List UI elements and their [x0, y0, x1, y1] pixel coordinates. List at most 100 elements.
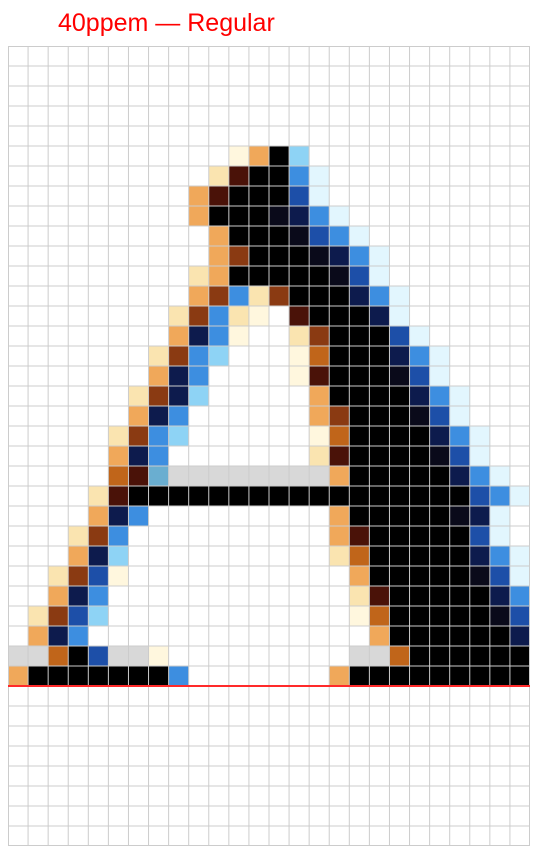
glyph-pixel: [369, 526, 390, 547]
glyph-pixel: [489, 586, 511, 607]
glyph-pixel: [168, 366, 189, 387]
glyph-pixel: [248, 246, 270, 267]
glyph-pixel: [369, 646, 390, 667]
glyph-pixel: [429, 466, 450, 487]
glyph-pixel: [469, 526, 491, 547]
glyph-pixel: [349, 426, 370, 447]
pixel-grid-view: [8, 46, 530, 846]
glyph-pixel: [188, 266, 210, 287]
glyph-pixel: [208, 206, 230, 227]
glyph-pixel: [248, 146, 270, 167]
glyph-pixel: [108, 506, 129, 527]
glyph-pixel: [208, 326, 230, 347]
glyph-pixel: [489, 526, 511, 547]
glyph-pixel: [128, 446, 149, 467]
glyph-pixel: [369, 546, 390, 567]
glyph-pixel: [228, 306, 250, 327]
glyph-pixel: [509, 666, 530, 687]
glyph-pixel: [28, 666, 49, 687]
glyph-pixel: [409, 466, 430, 487]
glyph-pixel: [289, 166, 310, 187]
glyph-pixel: [509, 626, 530, 647]
glyph-pixel: [28, 646, 49, 667]
glyph-pixel: [168, 486, 189, 507]
glyph-pixel: [228, 266, 250, 287]
glyph-pixel: [449, 426, 471, 447]
glyph-pixel: [188, 486, 210, 507]
glyph-pixel: [68, 606, 89, 627]
glyph-pixel: [429, 606, 450, 627]
glyph-pixel: [349, 566, 370, 587]
glyph-pixel: [168, 426, 189, 447]
glyph-pixel: [8, 666, 29, 687]
glyph-pixel: [449, 446, 471, 467]
glyph-pixel: [48, 606, 69, 627]
glyph-pixel: [329, 426, 350, 447]
glyph-pixel: [148, 486, 169, 507]
glyph-pixel: [28, 606, 49, 627]
glyph-pixel: [108, 486, 129, 507]
glyph-pixel: [389, 586, 410, 607]
glyph-pixel: [289, 346, 310, 367]
grid-lines: [8, 46, 530, 846]
glyph-pixel: [369, 366, 390, 387]
glyph-pixel: [68, 666, 89, 687]
glyph-pixel: [128, 666, 149, 687]
glyph-pixel: [228, 186, 250, 207]
glyph-pixel: [429, 386, 450, 407]
glyph-pixel: [429, 626, 450, 647]
glyph-pixel: [489, 486, 511, 507]
glyph-pixel: [309, 446, 330, 467]
glyph-pixel: [389, 666, 410, 687]
glyph-pixel: [188, 306, 210, 327]
glyph-pixel: [329, 506, 350, 527]
glyph-pixel: [329, 526, 350, 547]
glyph-pixel: [329, 206, 350, 227]
glyph-pixel: [349, 466, 370, 487]
glyph-pixel: [349, 586, 370, 607]
glyph-pixel: [329, 306, 350, 327]
glyph-pixel: [349, 406, 370, 427]
glyph-pixel: [409, 546, 430, 567]
glyph-pixel: [148, 386, 169, 407]
glyph-pixel: [88, 666, 109, 687]
glyph-pixel: [509, 486, 530, 507]
glyph-pixel: [449, 506, 471, 527]
glyph-pixel: [369, 266, 390, 287]
glyph-pixel: [389, 326, 410, 347]
glyph-pixel: [289, 366, 310, 387]
glyph-pixel: [228, 226, 250, 247]
glyph-pixel: [349, 266, 370, 287]
glyph-pixel: [429, 506, 450, 527]
glyph-pixel: [289, 186, 310, 207]
glyph-pixel: [248, 166, 270, 187]
glyph-pixel: [369, 506, 390, 527]
glyph-pixel: [269, 166, 290, 187]
glyph-pixel: [449, 666, 471, 687]
glyph-pixel: [389, 406, 410, 427]
glyph-pixel: [248, 486, 270, 507]
glyph-pixel: [369, 566, 390, 587]
glyph-pixel: [369, 626, 390, 647]
glyph-pixel: [489, 666, 511, 687]
glyph-pixel: [48, 646, 69, 667]
glyph-pixel: [168, 466, 189, 487]
glyph-pixel: [349, 346, 370, 367]
glyph-pixel: [389, 486, 410, 507]
glyph-pixel: [309, 206, 330, 227]
glyph-pixel: [389, 306, 410, 327]
glyph-pixel: [28, 626, 49, 647]
glyph-pixel: [208, 226, 230, 247]
glyph-pixel: [168, 306, 189, 327]
glyph-pixel: [369, 606, 390, 627]
glyph-pixel: [88, 486, 109, 507]
glyph-pixel: [449, 646, 471, 667]
glyph-pixel: [329, 226, 350, 247]
glyph-pixel: [148, 366, 169, 387]
glyph-pixel: [509, 646, 530, 667]
glyph-pixel: [148, 446, 169, 467]
glyph-pixel: [409, 526, 430, 547]
glyph-pixel: [248, 286, 270, 307]
glyph-pixel: [429, 526, 450, 547]
glyph-pixel: [88, 546, 109, 567]
